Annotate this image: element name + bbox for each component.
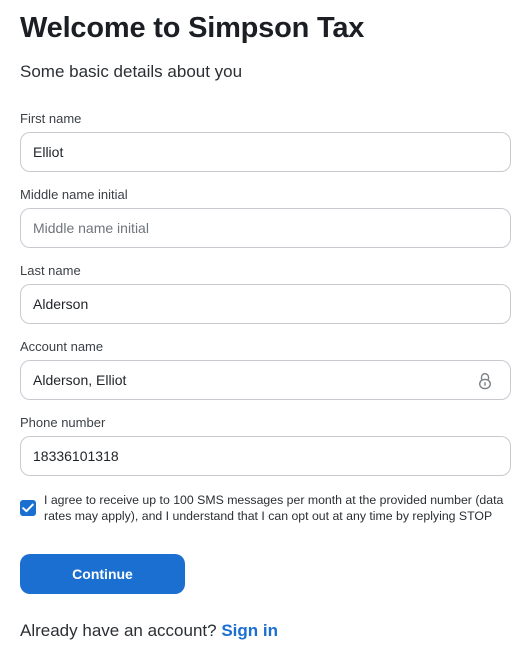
signup-page: Welcome to Simpson Tax Some basic detail… (0, 0, 530, 661)
page-title: Welcome to Simpson Tax (20, 12, 365, 44)
account-name-label: Account name (20, 339, 104, 354)
first-name-label: First name (20, 111, 82, 126)
sms-consent-text: I agree to receive up to 100 SMS message… (44, 493, 504, 523)
phone-input[interactable] (21, 437, 510, 475)
first-name-field: First name (20, 112, 511, 172)
first-name-input[interactable] (21, 133, 510, 171)
signin-prompt: Already have an account? (20, 621, 217, 640)
account-name-input-wrap (20, 360, 511, 400)
first-name-input-wrap (20, 132, 511, 172)
last-name-input-wrap (20, 284, 511, 324)
phone-input-wrap (20, 436, 511, 476)
last-name-field: Last name (20, 264, 511, 324)
last-name-input[interactable] (21, 285, 510, 323)
phone-label: Phone number (20, 415, 106, 430)
middle-initial-input[interactable] (21, 209, 510, 247)
signin-link[interactable]: Sign in (221, 621, 278, 640)
page-subtitle: Some basic details about you (20, 62, 243, 81)
continue-button[interactable]: Continue (20, 554, 185, 594)
middle-initial-label: Middle name initial (20, 187, 128, 202)
middle-initial-field: Middle name initial (20, 188, 511, 248)
phone-field: Phone number (20, 416, 511, 476)
sms-consent: I agree to receive up to 100 SMS message… (20, 492, 511, 528)
lock-icon (478, 372, 492, 390)
account-name-field: Account name (20, 340, 511, 400)
signin-row: Already have an account? Sign in (20, 621, 278, 641)
last-name-label: Last name (20, 263, 81, 278)
sms-consent-checkbox[interactable] (20, 500, 36, 516)
check-icon (22, 503, 34, 513)
account-name-input (21, 361, 510, 399)
middle-initial-input-wrap (20, 208, 511, 248)
